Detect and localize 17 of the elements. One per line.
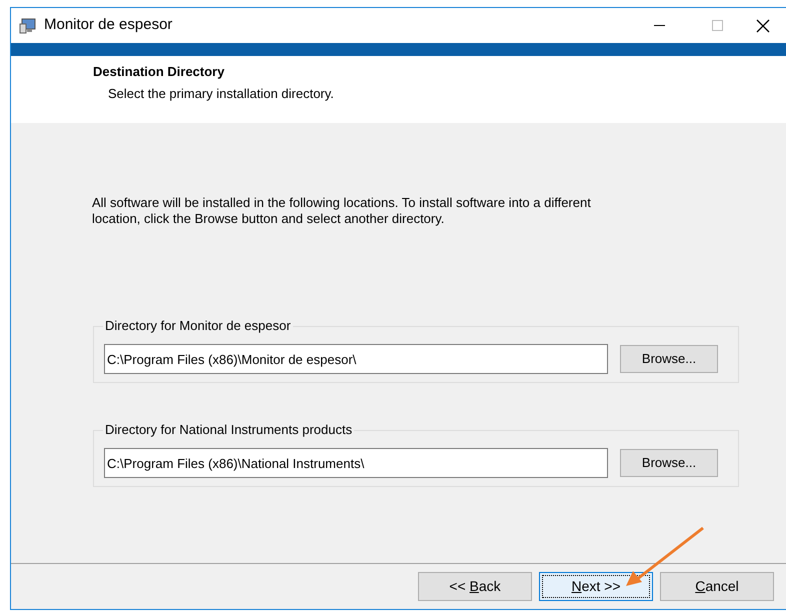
directory-field[interactable]: C:\Program Files (x86)\Monitor de espesor\ xyxy=(104,344,608,374)
page-title: Destination Directory xyxy=(93,63,226,81)
back-button[interactable]: << Back xyxy=(418,572,532,601)
browse-button[interactable]: Browse... xyxy=(620,345,718,373)
minimize-icon xyxy=(654,25,664,26)
maximize-icon xyxy=(712,20,722,31)
description-text: All software will be installed in the following locations. To install software into a different location, click the Browse button and select another directory. xyxy=(92,195,592,227)
window-title: Monitor de espesor xyxy=(44,15,172,36)
close-icon xyxy=(756,18,770,32)
page-subtitle: Select the primary installation directory. xyxy=(108,84,335,103)
browse-button[interactable]: Browse... xyxy=(620,449,718,477)
directory-field[interactable]: C:\Program Files (x86)\National Instruments\ xyxy=(104,448,608,478)
group-label: Directory for Monitor de espesor xyxy=(103,318,293,334)
cancel-button[interactable]: Cancel xyxy=(660,572,774,601)
group-label: Directory for National Instruments products xyxy=(103,422,354,438)
next-button[interactable]: Next >> xyxy=(539,572,653,601)
computer-icon xyxy=(19,18,37,34)
